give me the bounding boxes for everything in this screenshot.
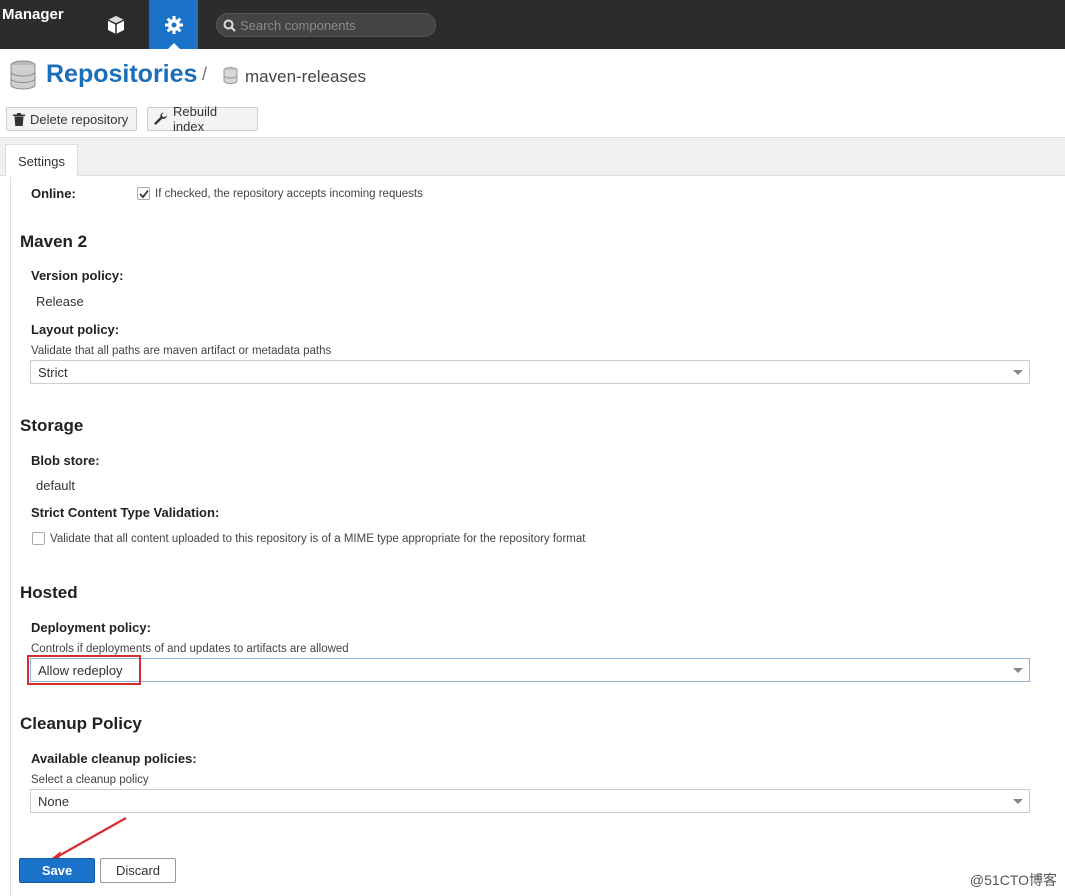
search-input[interactable] (240, 17, 430, 33)
administration-button[interactable] (149, 0, 198, 49)
brand-label: Manager (2, 6, 64, 23)
discard-button[interactable]: Discard (100, 858, 176, 883)
search-box[interactable] (216, 13, 436, 37)
browse-button[interactable] (91, 0, 140, 49)
wrench-icon (154, 112, 167, 125)
cleanup-policies-help: Select a cleanup policy (31, 774, 149, 786)
strict-validation-row: Validate that all content uploaded to th… (32, 532, 585, 545)
section-storage: Storage (20, 416, 84, 435)
repository-icon (223, 67, 238, 84)
trash-icon (13, 112, 25, 126)
delete-repository-button[interactable]: Delete repository (6, 107, 137, 131)
page-header: Repositories / maven-releases (0, 49, 1065, 101)
deployment-policy-select[interactable]: Allow redeploy (30, 658, 1030, 682)
toolbar: Delete repository Rebuild index (0, 101, 1065, 137)
search-icon (223, 19, 236, 32)
strict-validation-label: Strict Content Type Validation: (31, 505, 220, 520)
rebuild-index-label: Rebuild index (173, 104, 218, 134)
layout-policy-help: Validate that all paths are maven artifa… (31, 345, 332, 357)
section-cleanup: Cleanup Policy (20, 714, 142, 733)
cube-icon (107, 15, 124, 34)
top-navigation-bar: Manager (0, 0, 1065, 49)
delete-repository-label: Delete repository (30, 111, 129, 127)
deployment-policy-help: Controls if deployments of and updates t… (31, 643, 349, 655)
settings-form: Online: If checked, the repository accep… (10, 177, 1065, 896)
chevron-down-icon[interactable] (1013, 668, 1023, 673)
deployment-policy-label: Deployment policy: (31, 620, 151, 635)
section-hosted: Hosted (20, 583, 78, 602)
breadcrumb-repository-name: maven-releases (245, 67, 366, 86)
chevron-down-icon[interactable] (1013, 799, 1023, 804)
online-checkbox[interactable] (137, 187, 150, 200)
version-policy-label: Version policy: (31, 268, 124, 283)
watermark: @51CTO博客 (969, 872, 1057, 888)
strict-validation-checkbox[interactable] (32, 532, 45, 545)
chevron-down-icon[interactable] (1013, 370, 1023, 375)
cleanup-policy-select[interactable]: None (30, 789, 1030, 813)
blob-store-label: Blob store: (31, 453, 100, 468)
tab-settings[interactable]: Settings (5, 144, 78, 177)
layout-policy-select[interactable]: Strict (30, 360, 1030, 384)
page-title[interactable]: Repositories (46, 60, 197, 89)
rebuild-index-button[interactable]: Rebuild index (147, 104, 258, 134)
save-button[interactable]: Save (19, 858, 95, 883)
layout-policy-label: Layout policy: (31, 322, 120, 337)
layout-policy-value: Strict (38, 364, 68, 380)
version-policy-value: Release (36, 294, 84, 309)
checkmark-icon (138, 189, 149, 198)
annotation-highlight-box (27, 655, 141, 685)
cleanup-policy-value: None (38, 793, 70, 809)
online-row: If checked, the repository accepts incom… (137, 187, 423, 200)
tab-bar: Settings (0, 137, 1065, 177)
online-label: Online: (31, 186, 76, 201)
cleanup-policies-label: Available cleanup policies: (31, 751, 197, 766)
gear-icon (164, 15, 183, 34)
section-maven: Maven 2 (20, 232, 88, 251)
breadcrumb-separator: / (202, 64, 208, 84)
online-help: If checked, the repository accepts incom… (155, 187, 423, 200)
strict-validation-help: Validate that all content uploaded to th… (50, 532, 586, 545)
database-icon (10, 60, 36, 90)
blob-store-value: default (36, 478, 76, 493)
